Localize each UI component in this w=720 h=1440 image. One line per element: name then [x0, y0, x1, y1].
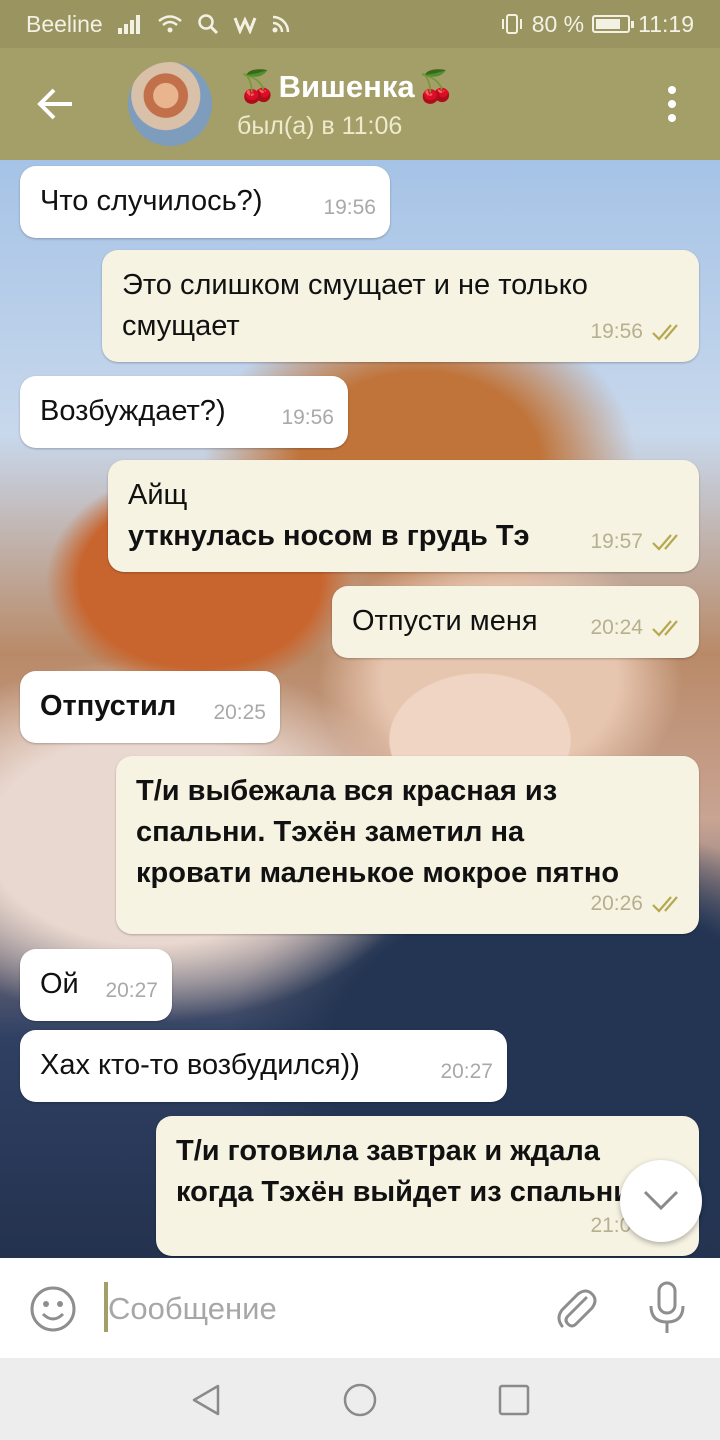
nav-back-icon[interactable]: [188, 1382, 224, 1418]
status-bar: Beeline 80 % 11:19: [0, 0, 720, 48]
wifi-icon: [157, 15, 182, 33]
message-time: 20:27: [105, 979, 158, 1002]
message-input[interactable]: [108, 1286, 528, 1332]
nav-recent-apps-icon[interactable]: [496, 1382, 532, 1418]
message-time: 20:25: [213, 701, 266, 724]
message-bubble[interactable]: Отпустил 20:25: [20, 671, 280, 743]
message-bubble[interactable]: Возбуждает?) 19:56: [20, 376, 348, 448]
carrier-label: Beeline: [26, 10, 103, 37]
message-text: Что случилось?): [40, 185, 263, 217]
message-bubble[interactable]: Ой 20:27: [20, 949, 172, 1021]
cherry-icon: 🍒: [416, 69, 456, 104]
read-ticks-icon: [652, 533, 678, 551]
message-text: Хах кто-то возбудился)): [40, 1049, 360, 1081]
contact-name: Вишенка: [278, 68, 415, 104]
message-bubble[interactable]: Т/и готовила завтрак и ждала когда Тэхён…: [156, 1116, 699, 1256]
message-text: Т/и готовила завтрак и ждала: [176, 1135, 600, 1167]
chat-title[interactable]: 🍒 Вишенка 🍒: [238, 68, 455, 105]
message-time: 20:26: [590, 892, 643, 915]
cherry-icon: 🍒: [238, 69, 277, 104]
emoji-icon[interactable]: [28, 1284, 78, 1334]
more-options-icon[interactable]: [658, 84, 686, 124]
message-composer: [0, 1258, 720, 1358]
message-time: 20:27: [440, 1060, 493, 1083]
message-bubble[interactable]: Отпусти меня 20:24: [332, 586, 699, 658]
message-time: 19:57: [590, 530, 643, 553]
nav-home-icon[interactable]: [342, 1382, 378, 1418]
rss-icon: [272, 15, 289, 33]
read-ticks-icon: [652, 895, 678, 913]
search-status-icon: [197, 14, 218, 35]
message-bubble[interactable]: Т/и выбежала вся красная из спальни. Тэх…: [116, 756, 699, 934]
message-time: 20:24: [590, 616, 643, 639]
app-notification-icon: [233, 16, 257, 34]
message-bubble[interactable]: Айщ уткнулась носом в грудь Тэ 19:57: [108, 460, 699, 572]
message-bubble[interactable]: Что случилось?) 19:56: [20, 166, 390, 238]
vibrate-icon: [501, 14, 522, 34]
message-text: Это слишком смущает и не только: [122, 269, 588, 301]
paperclip-icon[interactable]: [552, 1284, 600, 1334]
message-time: 19:56: [590, 320, 643, 343]
microphone-icon[interactable]: [646, 1280, 688, 1336]
scroll-down-button[interactable]: [620, 1160, 702, 1242]
chevron-down-icon: [643, 1190, 679, 1211]
read-ticks-icon: [652, 619, 678, 637]
battery-percent: 80 %: [531, 10, 585, 37]
signal-icon: [117, 15, 140, 34]
avatar[interactable]: [128, 62, 212, 146]
message-list[interactable]: Что случилось?) 19:56 Это слишком смущае…: [0, 160, 720, 1258]
message-text: Т/и выбежала вся красная из: [136, 775, 558, 807]
message-time: 19:56: [323, 196, 376, 219]
system-nav-bar: [0, 1358, 720, 1440]
message-text: спальни. Тэхён заметил на: [136, 816, 525, 848]
message-time: 19:56: [281, 406, 334, 429]
read-ticks-icon: [652, 323, 678, 341]
message-bubble[interactable]: Это слишком смущает и не только смущает …: [102, 250, 699, 362]
message-text: Айщ: [128, 479, 188, 511]
battery-icon: [592, 15, 635, 33]
clock: 11:19: [638, 10, 694, 37]
chat-header: 🍒 Вишенка 🍒 был(а) в 11:06: [0, 48, 720, 160]
back-arrow-icon[interactable]: [30, 78, 82, 130]
last-seen-status: был(а) в 11:06: [237, 112, 403, 140]
message-bubble[interactable]: Хах кто-то возбудился)) 20:27: [20, 1030, 507, 1102]
